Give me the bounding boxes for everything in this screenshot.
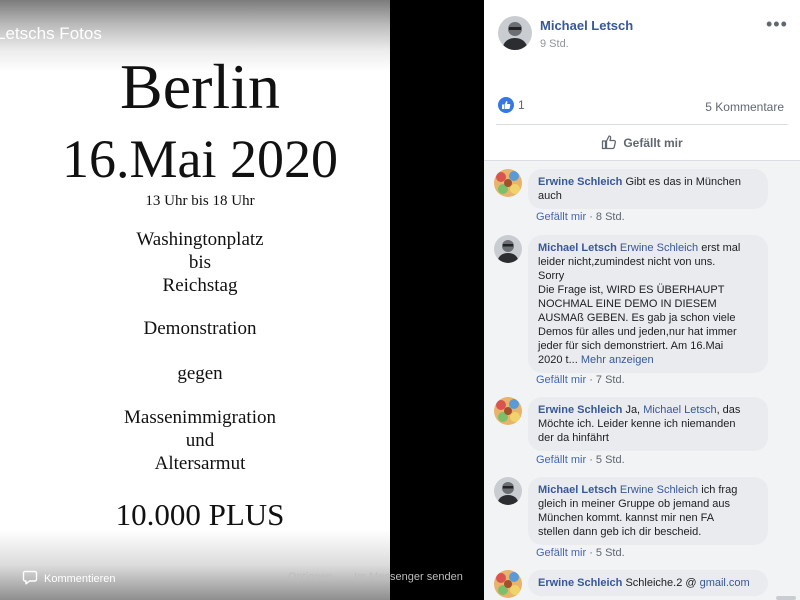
comment-action[interactable]: Kommentieren: [22, 570, 116, 588]
meta-separator: ·: [589, 211, 593, 223]
comment-text: Sorry: [538, 270, 565, 282]
comment-meta: Gefällt mir · 8 Std.: [536, 211, 625, 223]
post-timestamp[interactable]: 9 Std.: [540, 38, 569, 50]
comment-text: Ja,: [625, 404, 641, 416]
post-author-name[interactable]: Michael Letsch: [540, 18, 633, 33]
viewer-action-bar: Kommentieren Optionen Im Messenger sende…: [0, 562, 484, 592]
poster-topic-1: Massenimmigration: [124, 407, 276, 428]
comment-text: NOCHMAL EINE DEMO IN DIESEM: [538, 298, 717, 310]
meta-separator: ·: [589, 547, 593, 559]
poster-topic-2: Altersarmut: [154, 453, 246, 474]
divider: [496, 124, 788, 125]
comment-meta: Gefällt mir · 5 Std.: [536, 547, 625, 559]
poster-route-end: Reichstag: [162, 275, 238, 296]
more-icon[interactable]: •••: [766, 14, 788, 35]
poster-date: 16.Mai 2020: [62, 129, 338, 189]
like-badge-icon: [498, 97, 514, 113]
comment-mention[interactable]: Erwine Schleich: [620, 484, 698, 496]
like-button[interactable]: Gefällt mir: [484, 133, 800, 153]
meta-separator: ·: [589, 454, 593, 466]
reactions-summary[interactable]: 1: [498, 97, 525, 113]
comment-like-link[interactable]: Gefällt mir: [536, 211, 586, 223]
comment-text: leider nicht,zumindest nicht von uns.: [538, 256, 716, 268]
comment-like-link[interactable]: Gefällt mir: [536, 547, 586, 559]
post-panel: Michael Letsch 9 Std. ••• 1 5 Kommentare…: [484, 0, 800, 600]
comment-meta: Gefällt mir · 5 Std.: [536, 454, 625, 466]
send-in-messenger-button[interactable]: Im Messenger senden: [354, 571, 463, 583]
comment-text: gleich in meiner Gruppe ob jemand aus: [538, 498, 731, 510]
comment-time[interactable]: 7 Std.: [596, 374, 625, 386]
avatar[interactable]: [494, 477, 522, 505]
comment-text: AUSMAß GEBEN. Es gab ja schon viele: [538, 312, 736, 324]
poster-route-bis: bis: [188, 252, 212, 273]
avatar[interactable]: [498, 16, 532, 50]
comment-mention[interactable]: Erwine Schleich: [620, 242, 698, 254]
comment-text: Schleiche.2 @: [625, 577, 697, 589]
meta-separator: ·: [589, 374, 593, 386]
poster-route-start: Washingtonplatz: [136, 229, 264, 250]
comment-bubble: Erwine Schleich Ja, Michael Letsch, das …: [528, 397, 768, 451]
poster-time: 13 Uhr bis 18 Uhr: [145, 193, 255, 209]
options-button[interactable]: Optionen: [288, 571, 333, 583]
avatar[interactable]: [494, 235, 522, 263]
comment-like-link[interactable]: Gefällt mir: [536, 374, 586, 386]
like-count: 1: [518, 98, 525, 112]
comment-count[interactable]: 5 Kommentare: [705, 100, 784, 114]
comment-author[interactable]: Erwine Schleich: [538, 577, 622, 589]
comment-author[interactable]: Erwine Schleich: [538, 404, 622, 416]
poster-topic-und: und: [185, 430, 215, 451]
comment-text: der da hinfährt: [538, 432, 609, 444]
avatar[interactable]: [494, 169, 522, 197]
poster-tagline: 10.000 PLUS: [115, 497, 285, 532]
show-more-link[interactable]: Mehr anzeigen: [581, 354, 654, 366]
comment-text: erst mal: [701, 242, 741, 254]
photo[interactable]: Berlin 16.Mai 2020 13 Uhr bis 18 Uhr Was…: [0, 0, 390, 600]
thumbs-up-icon: [601, 134, 623, 153]
scroll-indicator[interactable]: [776, 596, 796, 600]
comment-bubble: Erwine Schleich Gibt es das in München a…: [528, 169, 768, 209]
comment-text: Demos für alles und jeden,nur hat immer: [538, 326, 737, 338]
comment-like-link[interactable]: Gefällt mir: [536, 454, 586, 466]
poster-type: Demonstration: [143, 318, 257, 339]
comment-text: auch: [538, 190, 562, 202]
album-title[interactable]: Letschs Fotos: [0, 24, 102, 44]
email-link[interactable]: gmail.com: [700, 577, 750, 589]
comment-mention[interactable]: Michael Letsch: [643, 404, 716, 416]
avatar[interactable]: [494, 570, 522, 598]
comment-text: ich frag: [701, 484, 738, 496]
comment-time[interactable]: 5 Std.: [596, 454, 625, 466]
photo-viewer: Berlin 16.Mai 2020 13 Uhr bis 18 Uhr Was…: [0, 0, 484, 600]
avatar[interactable]: [494, 397, 522, 425]
comment-time[interactable]: 8 Std.: [596, 211, 625, 223]
comment-bubble: Michael Letsch Erwine Schleich erst mal …: [528, 235, 768, 373]
comment-bubble: Michael Letsch Erwine Schleich ich frag …: [528, 477, 768, 545]
poster-against: gegen: [177, 363, 223, 384]
comment-text: Gibt es das in München: [625, 176, 742, 188]
comment-list: Erwine Schleich Gibt es das in München a…: [484, 160, 800, 600]
comment-text: Die Frage ist, WIRD ES ÜBERHAUPT: [538, 284, 725, 296]
comment-author[interactable]: Erwine Schleich: [538, 176, 622, 188]
comment-icon: [22, 570, 44, 588]
comment-meta: Gefällt mir · 7 Std.: [536, 374, 625, 386]
comment-text: stellen dann geb ich dir bescheid.: [538, 526, 702, 538]
comment-text: jeder für sich demonstriert. Am 16.Mai: [538, 340, 724, 352]
comment-time[interactable]: 5 Std.: [596, 547, 625, 559]
comment-bubble: Erwine Schleich Schleiche.2 @ gmail.com: [528, 570, 768, 596]
comment-text: Möchte ich. Leider kenne ich niemanden: [538, 418, 736, 430]
comment-action-label: Kommentieren: [44, 573, 116, 585]
comment-text: 2020 t...: [538, 354, 578, 366]
like-button-label: Gefällt mir: [623, 136, 683, 150]
comment-text: München kommt. kannst mir nen FA: [538, 512, 715, 524]
comment-author[interactable]: Michael Letsch: [538, 242, 617, 254]
poster-city: Berlin: [120, 51, 280, 122]
comment-text: , das: [716, 404, 741, 416]
comment-author[interactable]: Michael Letsch: [538, 484, 617, 496]
